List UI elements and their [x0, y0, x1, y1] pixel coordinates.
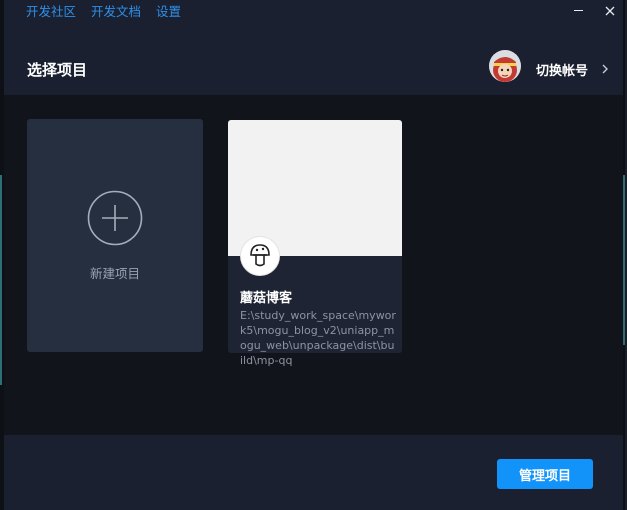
title-bar: 开发社区 开发文档 设置 [4, 0, 625, 42]
plus-circle-icon [87, 190, 143, 246]
project-name: 蘑菇博客 [240, 291, 293, 306]
header: 选择项目 切换帐号 [4, 42, 625, 95]
chevron-right-icon[interactable] [601, 64, 609, 74]
close-icon[interactable] [601, 2, 619, 20]
footer: 管理项目 [4, 435, 625, 510]
mushroom-logo-icon [240, 236, 280, 276]
new-project-label: 新建项目 [89, 266, 140, 281]
project-selector-window: 开发社区 开发文档 设置 选择项目 切换帐号 新建项目 蘑菇博客 E:\stud… [4, 0, 625, 510]
minimize-icon[interactable] [569, 2, 587, 20]
project-path: E:\study_work_space\mywork5\mogu_blog_v2… [240, 309, 396, 367]
top-links: 开发社区 开发文档 设置 [26, 4, 181, 20]
project-cover [228, 120, 402, 256]
link-settings[interactable]: 设置 [156, 4, 181, 20]
project-list: 新建项目 蘑菇博客 E:\study_work_space\mywork5\mo… [4, 95, 625, 435]
manage-projects-button[interactable]: 管理项目 [497, 459, 593, 489]
link-dev-docs[interactable]: 开发文档 [91, 4, 141, 20]
window-edge-right [623, 0, 625, 510]
avatar[interactable] [489, 50, 521, 82]
project-card[interactable]: 蘑菇博客 E:\study_work_space\mywork5\mogu_bl… [228, 120, 402, 367]
link-dev-community[interactable]: 开发社区 [26, 4, 76, 20]
page-title: 选择项目 [27, 61, 88, 79]
new-project-card[interactable]: 新建项目 [27, 119, 203, 352]
switch-account-button[interactable]: 切换帐号 [536, 60, 588, 79]
